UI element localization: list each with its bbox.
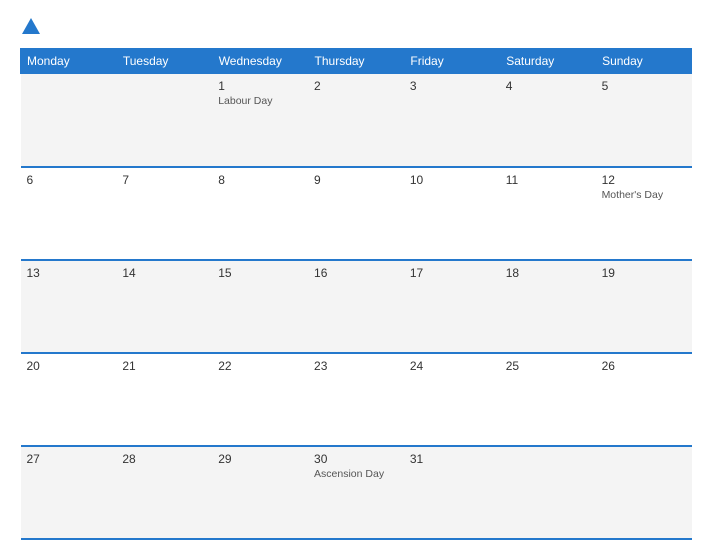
calendar-header — [20, 16, 692, 38]
calendar-cell: 10 — [404, 167, 500, 260]
day-number: 6 — [27, 173, 111, 187]
day-number: 7 — [122, 173, 206, 187]
weekday-header-wednesday: Wednesday — [212, 49, 308, 74]
holiday-label: Labour Day — [218, 95, 302, 107]
calendar-cell: 4 — [500, 74, 596, 167]
day-number: 15 — [218, 266, 302, 280]
calendar-cell: 15 — [212, 260, 308, 353]
calendar-cell — [596, 446, 692, 539]
calendar-cell: 31 — [404, 446, 500, 539]
calendar-cell: 19 — [596, 260, 692, 353]
calendar-cell — [500, 446, 596, 539]
calendar-cell: 21 — [116, 353, 212, 446]
calendar-cell: 26 — [596, 353, 692, 446]
day-number: 21 — [122, 359, 206, 373]
calendar-week-row: 20 21 22 23 24 25 26 — [21, 353, 692, 446]
day-number: 4 — [506, 79, 590, 93]
holiday-label: Ascension Day — [314, 468, 398, 480]
day-number: 24 — [410, 359, 494, 373]
calendar-cell: 14 — [116, 260, 212, 353]
holiday-label: Mother's Day — [602, 189, 686, 201]
calendar-week-row: 6789 10 11 12 Mother's Day — [21, 167, 692, 260]
calendar-cell: 9 — [308, 167, 404, 260]
day-number: 12 — [602, 173, 686, 187]
day-number: 2 — [314, 79, 398, 93]
calendar-cell: 3 — [404, 74, 500, 167]
calendar-cell: 18 — [500, 260, 596, 353]
day-number: 23 — [314, 359, 398, 373]
day-number: 28 — [122, 452, 206, 466]
day-number: 17 — [410, 266, 494, 280]
calendar-cell: 24 — [404, 353, 500, 446]
weekday-header-sunday: Sunday — [596, 49, 692, 74]
day-number: 18 — [506, 266, 590, 280]
calendar-cell: 29 — [212, 446, 308, 539]
calendar-cell: 30 Ascension Day — [308, 446, 404, 539]
logo — [20, 16, 46, 38]
calendar-cell: 16 — [308, 260, 404, 353]
calendar-cell: 12 Mother's Day — [596, 167, 692, 260]
calendar-cell: 6 — [21, 167, 117, 260]
day-number: 3 — [410, 79, 494, 93]
calendar-cell — [21, 74, 117, 167]
weekday-header-friday: Friday — [404, 49, 500, 74]
calendar-cell: 22 — [212, 353, 308, 446]
calendar-cell: 17 — [404, 260, 500, 353]
weekday-header-saturday: Saturday — [500, 49, 596, 74]
day-number: 19 — [602, 266, 686, 280]
weekday-header-monday: Monday — [21, 49, 117, 74]
calendar-week-row: 13 14 15 16 17 18 19 — [21, 260, 692, 353]
day-number: 5 — [602, 79, 686, 93]
day-number: 30 — [314, 452, 398, 466]
calendar-cell: 25 — [500, 353, 596, 446]
calendar-cell: 27 — [21, 446, 117, 539]
calendar-cell: 13 — [21, 260, 117, 353]
day-number: 11 — [506, 173, 590, 187]
day-number: 10 — [410, 173, 494, 187]
day-number: 8 — [218, 173, 302, 187]
calendar-cell: 2 — [308, 74, 404, 167]
calendar-cell: 23 — [308, 353, 404, 446]
weekday-header-row: MondayTuesdayWednesdayThursdayFridaySatu… — [21, 49, 692, 74]
day-number: 1 — [218, 79, 302, 93]
calendar-cell: 8 — [212, 167, 308, 260]
calendar-table: MondayTuesdayWednesdayThursdayFridaySatu… — [20, 48, 692, 540]
calendar-cell: 20 — [21, 353, 117, 446]
calendar-cell: 7 — [116, 167, 212, 260]
day-number: 22 — [218, 359, 302, 373]
day-number: 31 — [410, 452, 494, 466]
day-number: 20 — [27, 359, 111, 373]
calendar-cell: 1 Labour Day — [212, 74, 308, 167]
weekday-header-tuesday: Tuesday — [116, 49, 212, 74]
day-number: 26 — [602, 359, 686, 373]
weekday-header-thursday: Thursday — [308, 49, 404, 74]
calendar-cell: 28 — [116, 446, 212, 539]
day-number: 16 — [314, 266, 398, 280]
day-number: 25 — [506, 359, 590, 373]
calendar-page: MondayTuesdayWednesdayThursdayFridaySatu… — [0, 0, 712, 550]
day-number: 9 — [314, 173, 398, 187]
day-number: 14 — [122, 266, 206, 280]
logo-icon — [20, 16, 42, 38]
day-number: 29 — [218, 452, 302, 466]
calendar-week-row: 1 Labour Day 2345 — [21, 74, 692, 167]
calendar-cell: 11 — [500, 167, 596, 260]
day-number: 27 — [27, 452, 111, 466]
day-number: 13 — [27, 266, 111, 280]
calendar-cell — [116, 74, 212, 167]
calendar-week-row: 27 28 29 30 Ascension Day 31 — [21, 446, 692, 539]
calendar-cell: 5 — [596, 74, 692, 167]
